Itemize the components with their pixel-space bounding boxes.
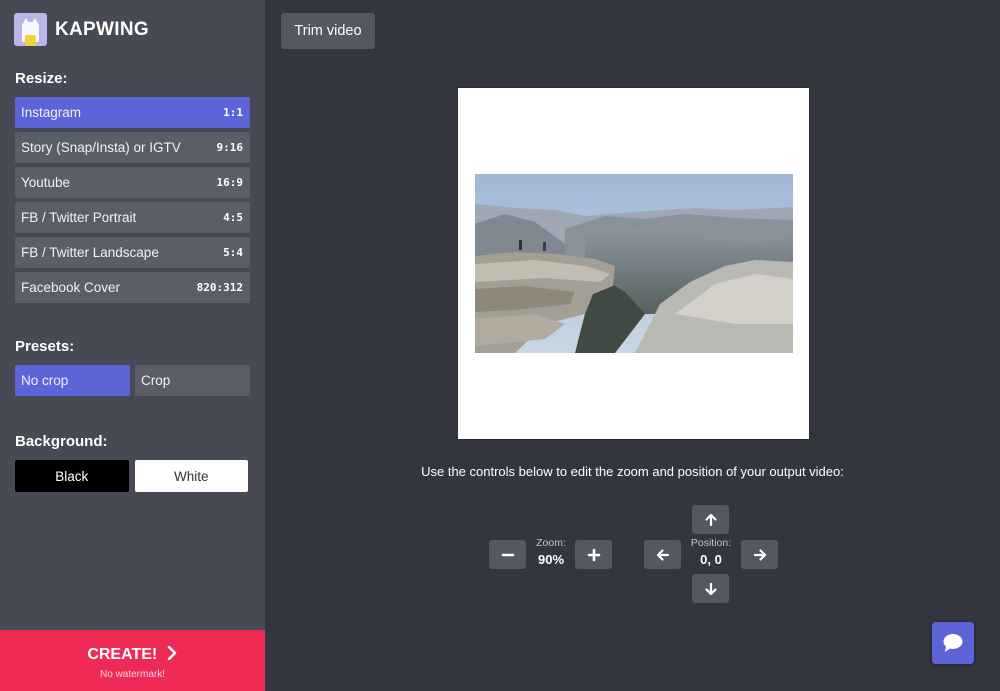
arrow-right-icon (753, 548, 766, 561)
resize-option-ratio: 9:16 (216, 141, 244, 154)
resize-option-label: FB / Twitter Portrait (21, 210, 137, 225)
resize-option-story[interactable]: Story (Snap/Insta) or IGTV 9:16 (15, 132, 250, 163)
chat-icon (943, 634, 963, 652)
position-label: Position: (690, 537, 732, 549)
arrow-up-icon (704, 513, 717, 526)
zoom-out-button[interactable] (489, 540, 526, 569)
zoom-label: Zoom: (536, 537, 566, 549)
resize-option-label: Facebook Cover (21, 280, 121, 295)
resize-option-label: Instagram (21, 105, 82, 120)
chevron-right-icon (167, 645, 176, 661)
background-white-button[interactable]: White (134, 460, 248, 492)
position-value: 0, 0 (700, 552, 722, 567)
resize-option-ratio: 1:1 (223, 106, 243, 119)
presets-group: No crop Crop (15, 365, 250, 396)
chat-button[interactable] (932, 622, 974, 664)
resize-option-instagram[interactable]: Instagram 1:1 (15, 97, 250, 128)
resize-list: Instagram 1:1 Story (Snap/Insta) or IGTV… (15, 97, 250, 307)
resize-option-label: FB / Twitter Landscape (21, 245, 159, 260)
logo[interactable]: KAPWING (14, 13, 149, 46)
trim-video-button[interactable]: Trim video (281, 13, 375, 49)
video-frame-image (475, 174, 793, 353)
move-up-button[interactable] (692, 505, 729, 534)
video-preview[interactable] (475, 174, 793, 353)
background-title: Background: (15, 433, 108, 450)
minus-icon (501, 553, 514, 556)
zoom-in-button[interactable] (575, 540, 612, 569)
resize-option-ratio: 16:9 (216, 176, 244, 189)
resize-option-label: Story (Snap/Insta) or IGTV (21, 140, 181, 155)
resize-title: Resize: (15, 70, 68, 87)
resize-option-youtube[interactable]: Youtube 16:9 (15, 167, 250, 198)
move-down-button[interactable] (692, 574, 729, 603)
create-button[interactable]: CREATE! No watermark! (0, 630, 265, 691)
move-right-button[interactable] (741, 540, 778, 569)
editor-instructions: Use the controls below to edit the zoom … (421, 464, 844, 479)
sidebar: KAPWING Resize: Instagram 1:1 Story (Sna… (0, 0, 265, 691)
create-label: CREATE! (87, 646, 158, 663)
preset-crop-button[interactable]: Crop (135, 365, 250, 396)
arrow-left-icon (656, 548, 669, 561)
zoom-value: 90% (537, 552, 565, 567)
plus-icon (587, 548, 600, 561)
resize-option-label: Youtube (21, 175, 71, 190)
resize-option-ratio: 5:4 (223, 246, 243, 259)
preset-no-crop-button[interactable]: No crop (15, 365, 130, 396)
presets-title: Presets: (15, 338, 75, 355)
arrow-down-icon (704, 582, 717, 595)
resize-option-fb-twitter-portrait[interactable]: FB / Twitter Portrait 4:5 (15, 202, 250, 233)
resize-option-ratio: 820:312 (196, 281, 243, 294)
create-sublabel: No watermark! (99, 669, 165, 680)
background-group: Black White (15, 460, 248, 492)
move-left-button[interactable] (644, 540, 681, 569)
resize-option-ratio: 4:5 (223, 211, 243, 224)
kapwing-logo-icon (14, 13, 47, 46)
app-name: KAPWING (55, 18, 149, 40)
output-canvas[interactable] (457, 87, 810, 440)
resize-option-fb-twitter-landscape[interactable]: FB / Twitter Landscape 5:4 (15, 237, 250, 268)
create-label-row: CREATE! (0, 645, 265, 664)
background-black-button[interactable]: Black (15, 460, 129, 492)
resize-option-facebook-cover[interactable]: Facebook Cover 820:312 (15, 272, 250, 303)
